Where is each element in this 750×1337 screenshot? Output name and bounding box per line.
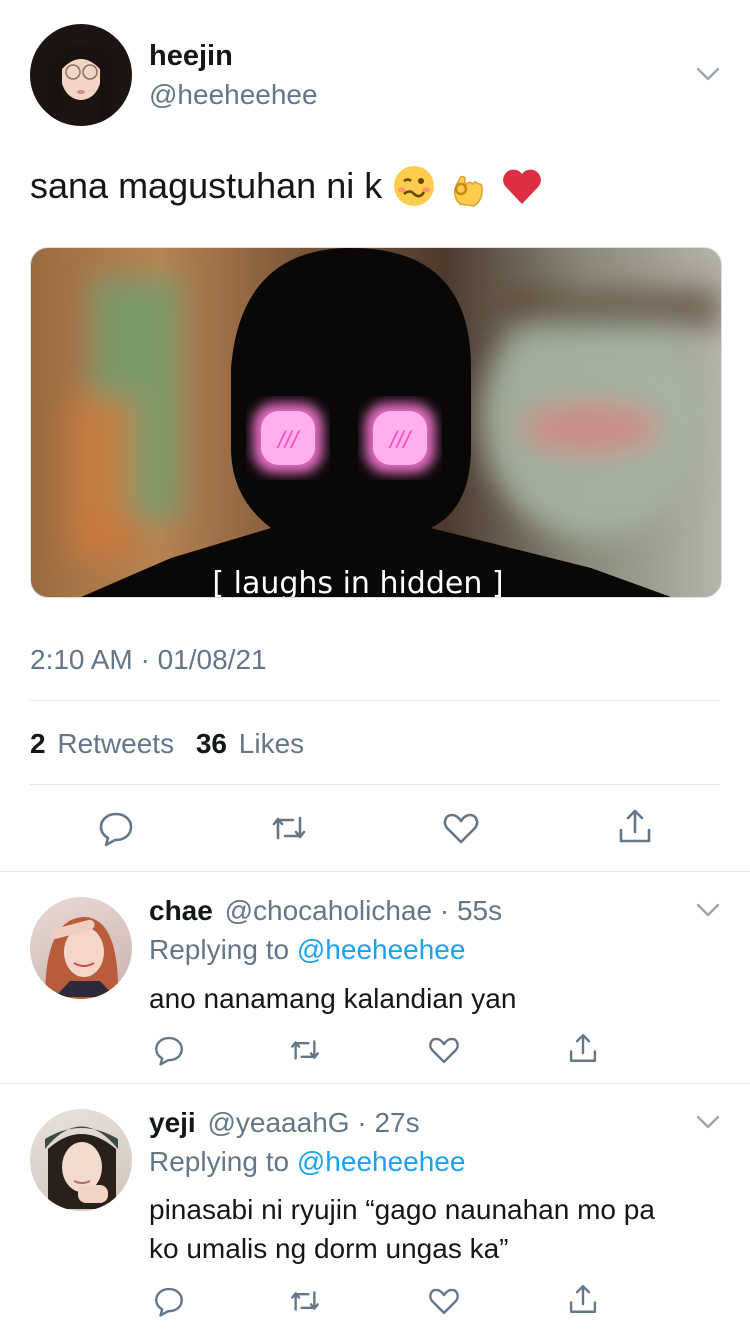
reply-text-line-1: pinasabi ni ryujin “gago naunahan mo pa [149, 1194, 655, 1225]
replying-to-label: Replying to [149, 934, 290, 965]
reply-icon[interactable] [152, 1284, 186, 1318]
reply-text-line-2: ko umalis ng dorm ungas ka” [149, 1233, 509, 1264]
reply-avatar[interactable] [30, 1109, 132, 1211]
reply-time[interactable]: 27s [374, 1107, 419, 1138]
retweet-icon[interactable] [288, 1033, 322, 1067]
like-heart-icon[interactable] [427, 1284, 461, 1318]
reply-header: yeji @yeaaahG · 27s [149, 1107, 420, 1139]
reply-header: chae @chocaholichae · 55s [149, 895, 502, 927]
retweets-stat[interactable]: 2 Retweets [30, 728, 182, 759]
woozy-face-emoji-icon [392, 164, 436, 208]
reply-display-name[interactable]: chae [149, 895, 213, 926]
reply-text: ano nanamang kalandian yan [149, 983, 517, 1014]
media-caption: [ laughs in hidden ] [212, 566, 503, 597]
like-heart-icon[interactable] [427, 1033, 461, 1067]
separator-dot: · [432, 895, 457, 926]
divider [0, 1083, 750, 1084]
replying-to-line: Replying to @heeheehee [149, 934, 465, 966]
tweet-text-body: sana magustuhan ni k [30, 165, 383, 206]
media-illustration: /// /// [ laughs in hidden ] [71, 248, 721, 597]
likes-count: 36 [195, 728, 228, 759]
media-eye-left-text: /// [276, 427, 300, 454]
divider [30, 784, 720, 785]
avatar-illustration [50, 44, 112, 124]
likes-stat[interactable]: 36 Likes [196, 728, 304, 759]
share-icon[interactable] [615, 806, 655, 846]
ok-hand-emoji-icon [446, 164, 490, 208]
share-icon[interactable] [566, 1031, 600, 1065]
reply-time[interactable]: 55s [457, 895, 502, 926]
divider [30, 700, 720, 701]
engagement-stats: 2 Retweets 36 Likes [30, 728, 304, 760]
divider [0, 871, 750, 872]
reply-avatar[interactable] [30, 897, 132, 999]
reply-handle[interactable]: @chocaholichae [225, 895, 432, 926]
retweets-count: 2 [30, 728, 46, 759]
retweets-label: Retweets [57, 728, 175, 759]
tweet-media-image[interactable]: /// /// [ laughs in hidden ] [30, 247, 722, 598]
chevron-down-icon[interactable] [694, 896, 722, 924]
replying-to-line: Replying to @heeheehee [149, 1146, 465, 1178]
replying-to-label: Replying to [149, 1146, 290, 1177]
share-icon[interactable] [566, 1282, 600, 1316]
retweet-icon[interactable] [269, 808, 309, 848]
red-heart-emoji-icon [500, 164, 544, 208]
retweet-icon[interactable] [288, 1284, 322, 1318]
avatar-illustration [45, 1126, 118, 1209]
like-heart-icon[interactable] [441, 808, 481, 848]
tweet-text: sana magustuhan ni k [30, 164, 544, 208]
reply-display-name[interactable]: yeji [149, 1107, 196, 1138]
reply-icon[interactable] [152, 1033, 186, 1067]
author-display-name[interactable]: heejin [149, 40, 233, 73]
replying-to-handle-link[interactable]: @heeheehee [297, 1146, 466, 1177]
chevron-down-icon[interactable] [694, 1108, 722, 1136]
reply-handle[interactable]: @yeaaahG [207, 1107, 349, 1138]
separator-dot: · [349, 1107, 375, 1138]
author-handle[interactable]: @heeheehee [149, 79, 318, 111]
chevron-down-icon[interactable] [694, 60, 722, 88]
media-eye-right-text: /// [388, 427, 412, 454]
reply-icon[interactable] [96, 808, 136, 848]
author-avatar[interactable] [30, 24, 132, 126]
avatar-illustration [45, 917, 119, 999]
replying-to-handle-link[interactable]: @heeheehee [297, 934, 466, 965]
likes-label: Likes [238, 728, 305, 759]
tweet-timestamp[interactable]: 2:10 AM · 01/08/21 [30, 644, 267, 676]
